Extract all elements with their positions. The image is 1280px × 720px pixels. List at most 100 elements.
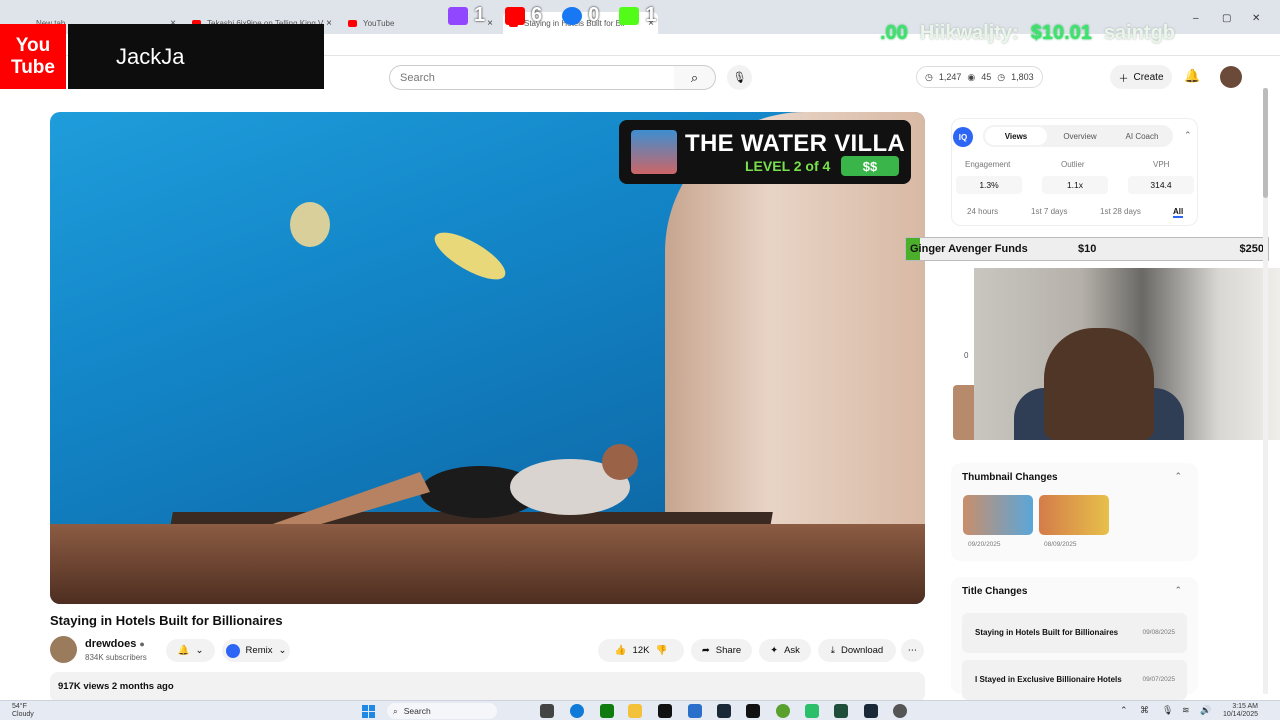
remix-button[interactable]: Remix ⌄ [222, 639, 290, 662]
system-clock[interactable]: 3:15 AM 10/14/2025 [1223, 703, 1258, 719]
account-avatar[interactable] [1220, 66, 1242, 88]
metric-label: Engagement [965, 160, 1011, 169]
metric-value: 314.4 [1128, 176, 1194, 194]
notifications-bell-icon[interactable]: 🔔 [1184, 68, 1200, 84]
floor [50, 524, 925, 604]
stat-views: 1,247 [938, 72, 962, 82]
wifi-icon[interactable]: ≋ [1182, 705, 1190, 716]
youtube-count: 6 [505, 4, 542, 27]
webcam-person [1044, 328, 1154, 440]
range-7-days[interactable]: 1st 7 days [1031, 207, 1067, 216]
viewer-counts: 1 6 0 1 [448, 4, 657, 27]
extension-stats-pill[interactable]: ◷ 1,247 ◉ 45 ◷ 1,803 [916, 66, 1043, 88]
tiktok-icon[interactable] [746, 704, 760, 718]
thumbnail-image[interactable] [963, 495, 1033, 535]
voice-search-button[interactable]: 🎙 [727, 65, 752, 90]
like-dislike-group[interactable]: 👍 12K 👎 [598, 639, 684, 662]
scrollbar-thumb[interactable] [1263, 88, 1268, 198]
video-player[interactable]: THE WATER VILLA LEVEL 2 of 4 $$ [50, 112, 925, 604]
villa-icon [631, 130, 677, 174]
weather-temp: 54°F [12, 703, 27, 710]
task-view-icon[interactable] [540, 704, 554, 718]
file-explorer-icon[interactable] [628, 704, 642, 718]
edge-icon[interactable] [570, 704, 584, 718]
network-icon[interactable]: ⌘ [1140, 705, 1149, 716]
channel-name[interactable]: drewdoes ● [85, 638, 145, 650]
tab-label: YouTube [363, 18, 395, 28]
weather-widget[interactable]: 54°F Cloudy [12, 703, 34, 719]
twitch-icon [448, 6, 468, 25]
youtube-logo: You Tube [0, 24, 66, 89]
close-window-icon[interactable]: ✕ [1252, 13, 1260, 24]
volume-icon[interactable]: 🔊 [1200, 705, 1211, 716]
download-icon: ⤓ [830, 645, 835, 656]
xbox-icon[interactable] [600, 704, 614, 718]
video-title: Staying in Hotels Built for Billionaires [50, 613, 283, 628]
chevron-up-icon[interactable]: ⌃ [1174, 585, 1182, 596]
tab-ai-coach[interactable]: AI Coach [1111, 125, 1173, 147]
twitch-count: 1 [448, 4, 485, 27]
thumbnail-image[interactable] [1039, 495, 1109, 535]
ask-button[interactable]: ✦ Ask [759, 639, 811, 662]
notification-bell-button[interactable]: 🔔 ⌄ [166, 639, 215, 662]
close-icon[interactable]: × [326, 18, 332, 29]
restore-icon[interactable]: ▢ [1222, 13, 1231, 24]
count-value: 1 [474, 4, 486, 26]
search-input[interactable]: Search [389, 65, 675, 90]
title-change-date: 09/08/2025 [1142, 629, 1175, 636]
app-icon[interactable] [805, 704, 819, 718]
app-icon[interactable] [776, 704, 790, 718]
streamer-webcam [974, 268, 1280, 440]
search-icon: ⌕ [690, 69, 699, 85]
share-button[interactable]: ➦ Share [691, 639, 752, 662]
thumbnail-date: 08/09/2025 [1044, 541, 1077, 548]
tab-overview[interactable]: Overview [1049, 125, 1111, 147]
range-all[interactable]: All [1173, 207, 1184, 218]
create-button[interactable]: ＋ Create [1110, 65, 1172, 89]
settings-icon[interactable] [893, 704, 907, 718]
range-24-hours[interactable]: 24 hours [967, 207, 998, 216]
chevron-up-icon[interactable]: ⌃ [1184, 130, 1192, 141]
fish [428, 223, 512, 289]
count-value: 6 [531, 4, 543, 26]
weather-desc: Cloudy [12, 711, 34, 718]
search-button[interactable]: ⌕ [674, 65, 716, 90]
thumbnail-date: 09/20/2025 [968, 541, 1001, 548]
range-28-days[interactable]: 1st 28 days [1100, 207, 1141, 216]
subscriber-count: 834K subscribers [85, 653, 147, 662]
logo-text: You [15, 34, 51, 56]
like-icon[interactable]: 👍 [615, 645, 627, 656]
metric-label: VPH [1153, 160, 1170, 169]
chevron-up-icon[interactable]: ⌃ [1120, 705, 1128, 716]
metric-value: 1.3% [956, 176, 1022, 194]
chevron-down-icon: ⌄ [195, 645, 204, 656]
steam-icon[interactable] [717, 704, 731, 718]
dislike-icon[interactable]: 👎 [655, 645, 667, 656]
app-icon[interactable] [834, 704, 848, 718]
minimize-icon[interactable]: – [1193, 13, 1199, 24]
download-button[interactable]: ⤓ Download [818, 639, 896, 662]
more-icon: ⋯ [907, 645, 918, 656]
title-change-text: I Stayed in Exclusive Billionaire Hotels [975, 675, 1122, 684]
app-icon[interactable] [688, 704, 702, 718]
description-box[interactable] [50, 672, 925, 702]
clock-icon: ◷ [925, 71, 933, 82]
windows-start-icon[interactable] [362, 705, 375, 718]
page-scrollbar[interactable] [1263, 88, 1268, 694]
goal-target: $250 [1239, 243, 1264, 255]
facebook-icon [562, 6, 583, 25]
youtube-icon [505, 6, 526, 25]
metric-value: 1.1x [1042, 176, 1108, 194]
badge-level: LEVEL 2 of 4 [745, 158, 831, 174]
chevron-up-icon[interactable]: ⌃ [1174, 471, 1182, 482]
taskbar-search[interactable]: ⌕ Search [387, 703, 497, 719]
thumbnail-badge: THE WATER VILLA LEVEL 2 of 4 $$ [619, 120, 911, 184]
steam-icon[interactable] [864, 704, 878, 718]
tab-views[interactable]: Views [985, 127, 1047, 145]
extension-tabs: Views Overview AI Coach [983, 125, 1173, 147]
stat-eyes: 45 [981, 72, 992, 82]
tiktok-icon[interactable] [658, 704, 672, 718]
microphone-icon[interactable]: 🎙 [1162, 705, 1173, 716]
more-actions-button[interactable]: ⋯ [901, 639, 924, 662]
channel-avatar[interactable] [50, 636, 77, 663]
